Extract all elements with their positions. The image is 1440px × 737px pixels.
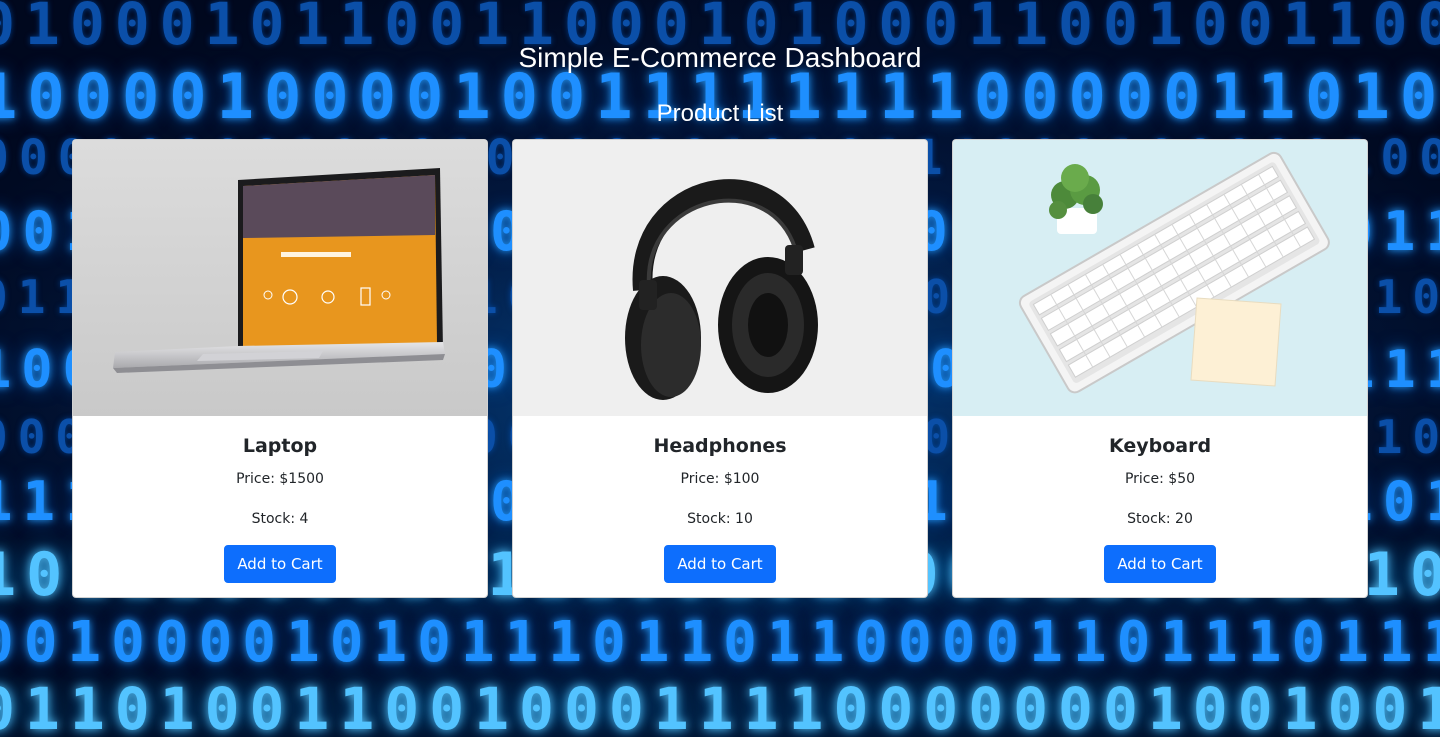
product-price: Price: $1500: [236, 471, 324, 487]
product-stock: Stock: 10: [687, 511, 753, 527]
product-list-heading: Product List: [656, 100, 784, 127]
laptop-image: [73, 140, 487, 416]
product-list: Laptop Price: $1500 Stock: 4 Add to Cart: [72, 139, 1368, 598]
product-name: Laptop: [242, 435, 318, 457]
dashboard: Simple E-Commerce Dashboard Product List: [0, 0, 1440, 737]
product-name: Keyboard: [1108, 435, 1212, 457]
product-card: Laptop Price: $1500 Stock: 4 Add to Cart: [72, 139, 488, 598]
headphones-image: [513, 140, 927, 416]
product-card: Keyboard Price: $50 Stock: 20 Add to Car…: [952, 139, 1368, 598]
page-title: Simple E-Commerce Dashboard: [518, 42, 922, 73]
product-card: Headphones Price: $100 Stock: 10 Add to …: [512, 139, 928, 598]
keyboard-image: [953, 140, 1367, 416]
add-to-cart-button[interactable]: Add to Cart: [1104, 545, 1216, 583]
product-stock: Stock: 4: [251, 511, 309, 527]
product-name: Headphones: [653, 435, 787, 457]
product-price: Price: $100: [680, 471, 760, 487]
add-to-cart-button[interactable]: Add to Cart: [664, 545, 776, 583]
product-stock: Stock: 20: [1127, 511, 1193, 527]
product-price: Price: $50: [1124, 471, 1196, 487]
add-to-cart-button[interactable]: Add to Cart: [224, 545, 336, 583]
